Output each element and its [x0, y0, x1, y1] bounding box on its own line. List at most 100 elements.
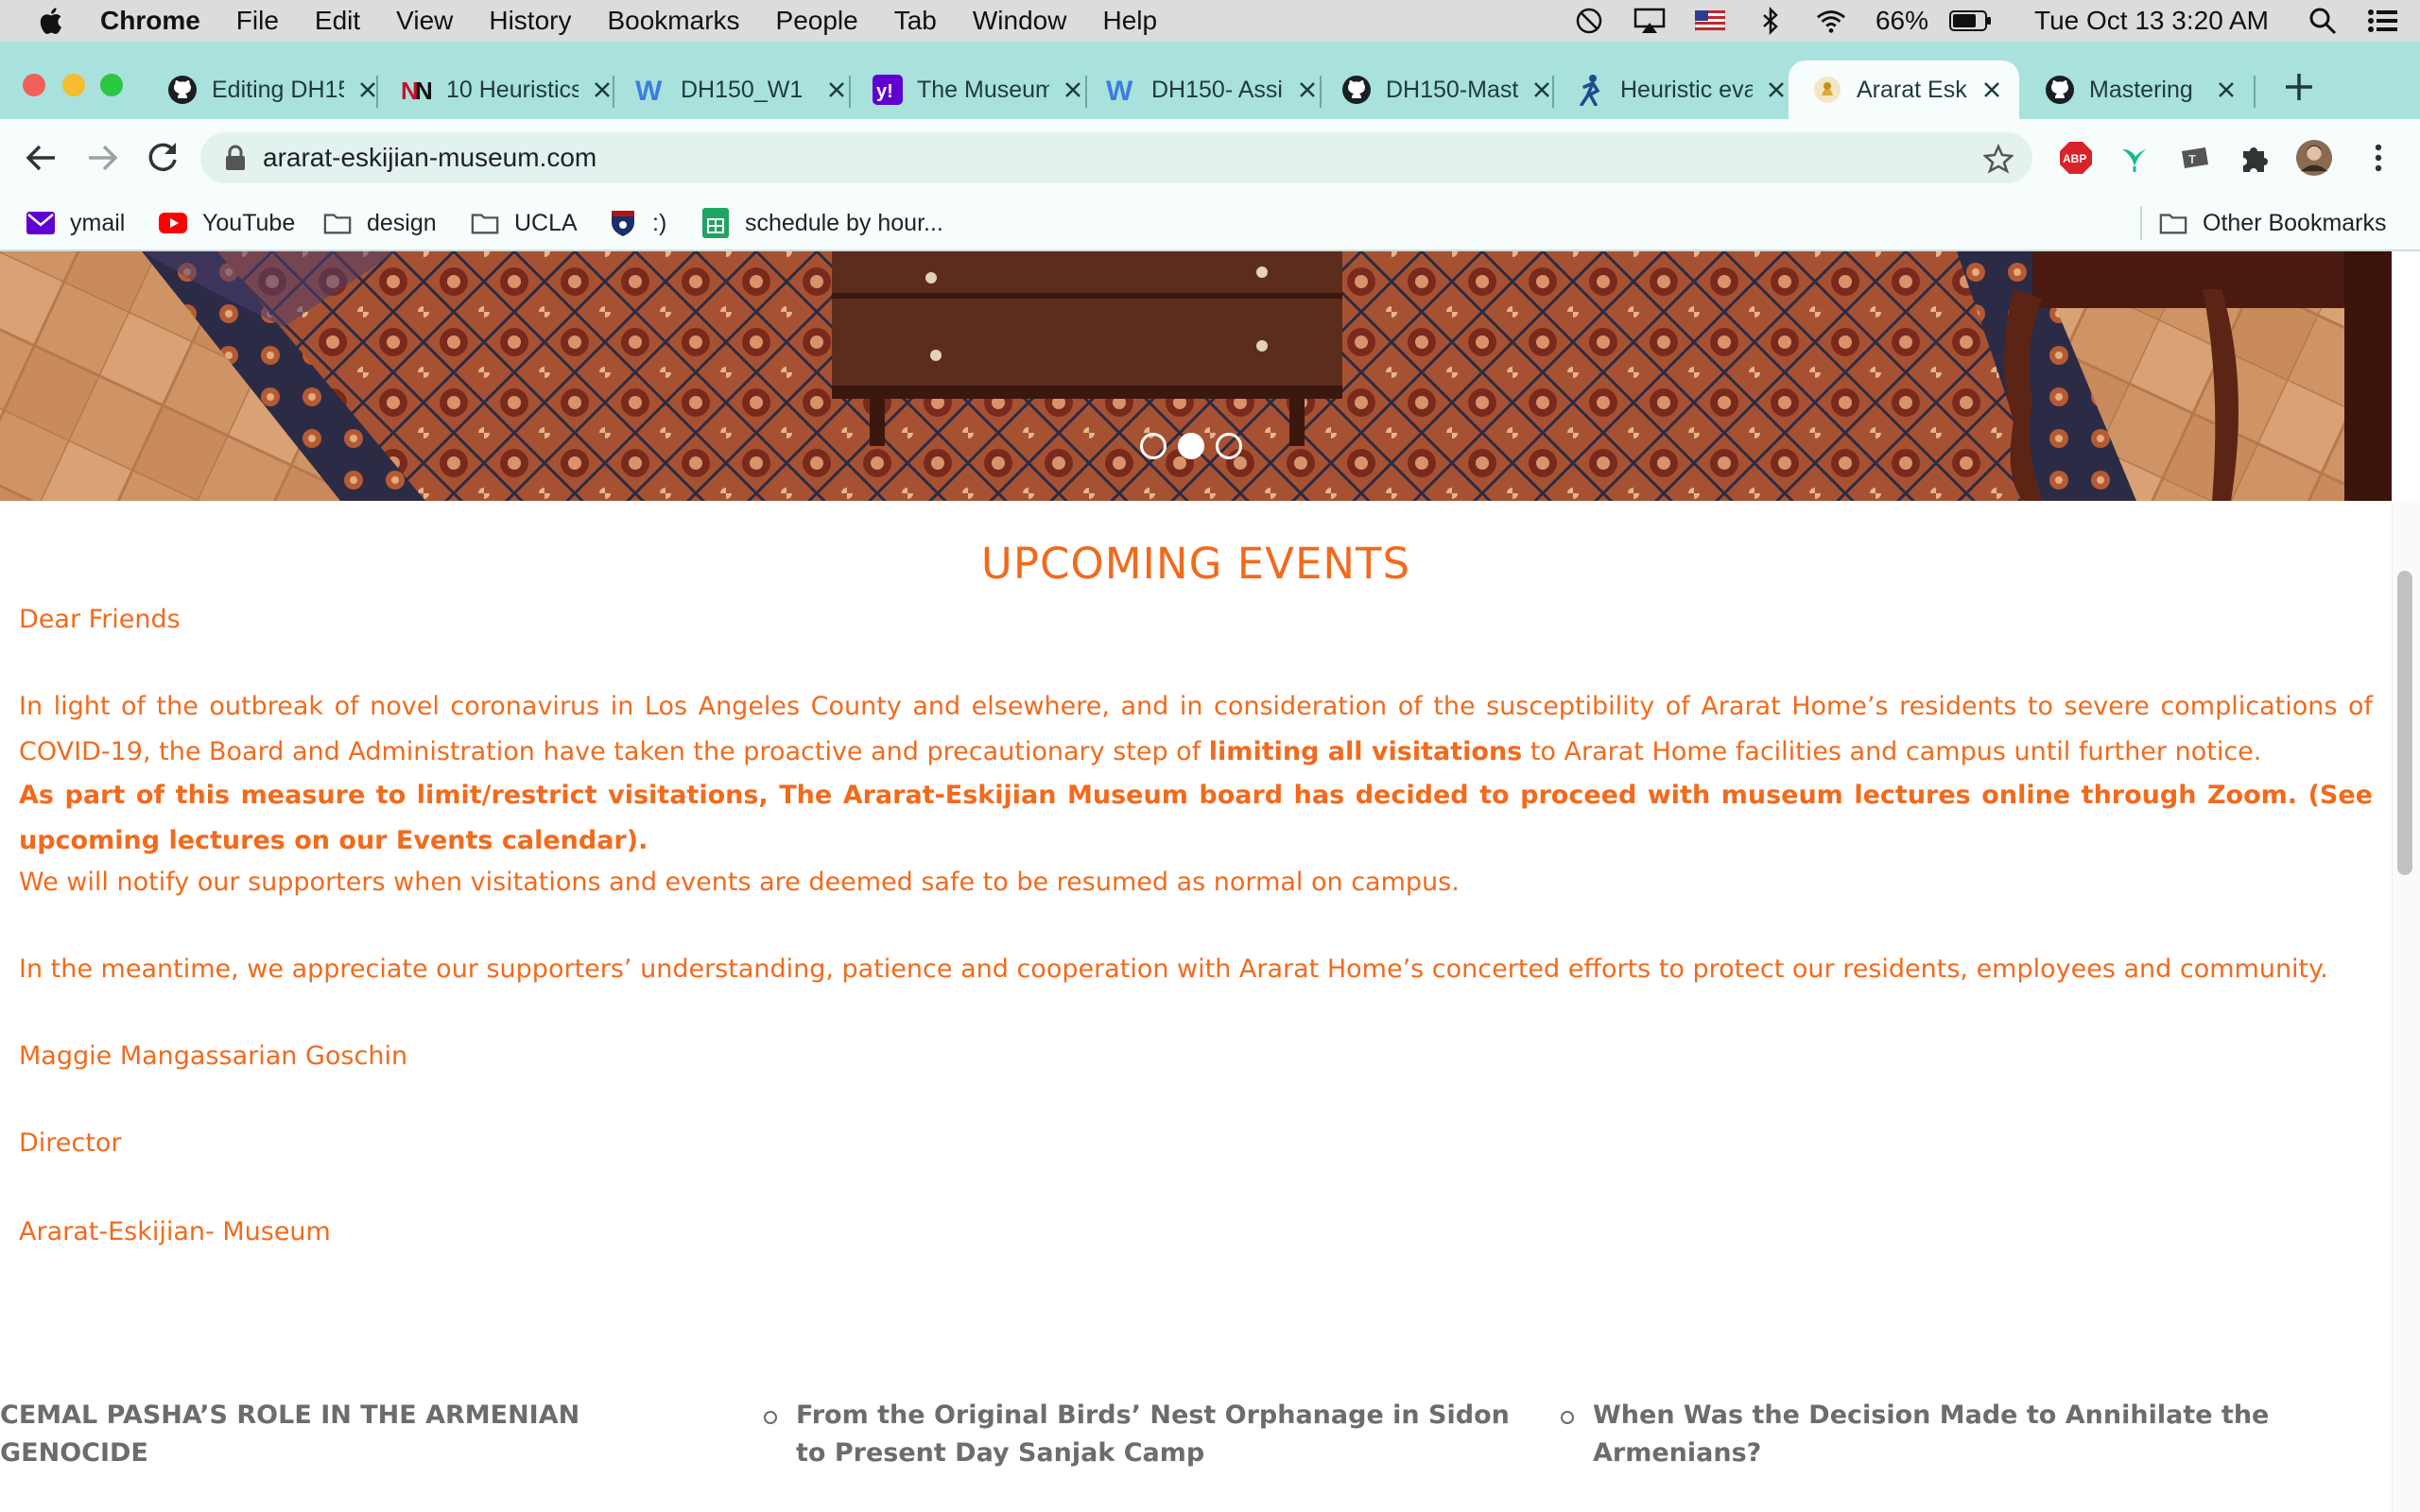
bookmark-label: UCLA: [514, 209, 578, 236]
window-zoom-button[interactable]: [100, 74, 123, 96]
tab-the-museum[interactable]: y! The Museum: [872, 60, 1085, 119]
new-tab-icon[interactable]: [2280, 68, 2318, 106]
tab-heuristic-evaluation[interactable]: Heuristic evaluation: [1575, 60, 1789, 119]
menu-edit[interactable]: Edit: [315, 6, 360, 36]
carousel-dot-active[interactable]: [1178, 433, 1204, 459]
svg-text:W: W: [1106, 76, 1133, 104]
tab-dh150-w1[interactable]: W DH150_W1: [635, 60, 849, 119]
tab-separator: [613, 76, 614, 108]
youtube-icon: [159, 210, 187, 236]
menu-window[interactable]: Window: [973, 6, 1067, 36]
airplay-icon[interactable]: [1634, 7, 1666, 35]
tab-editing-dh150[interactable]: Editing DH150: [166, 60, 380, 119]
menu-help[interactable]: Help: [1102, 6, 1157, 36]
tab-close-icon[interactable]: [2214, 77, 2238, 102]
url-text[interactable]: ararat-eskijian-museum.com: [263, 143, 596, 173]
tab-ararat-eskijian-active[interactable]: Ararat Eskijian: [1789, 60, 2019, 119]
menu-view[interactable]: View: [396, 6, 453, 36]
tab-10-heuristics[interactable]: NN 10 Heuristics: [401, 60, 614, 119]
lecture-link[interactable]: CEMAL PASHA’S ROLE IN THE ARMENIAN GENOC…: [0, 1397, 718, 1472]
window-minimize-button[interactable]: [62, 74, 85, 96]
folder-icon: [2159, 210, 2187, 236]
menu-file[interactable]: File: [236, 6, 279, 36]
bookmark-youtube[interactable]: YouTube: [159, 204, 295, 242]
menu-bookmarks[interactable]: Bookmarks: [607, 6, 739, 36]
browser-toolbar: ararat-eskijian-museum.com ABP T: [0, 119, 2420, 197]
tab-separator: [1320, 76, 1322, 108]
bookmark-label: :): [652, 209, 667, 236]
bird-extension-icon[interactable]: [2116, 139, 2153, 177]
spotlight-search-icon[interactable]: [2307, 7, 2339, 35]
do-not-disturb-icon[interactable]: [1573, 7, 1605, 35]
nn-icon: NN: [401, 74, 433, 106]
carousel-dots: [1140, 433, 1242, 459]
tab-mastering[interactable]: Mastering: [2044, 60, 2238, 119]
bluetooth-icon[interactable]: [1754, 7, 1787, 35]
clock[interactable]: Tue Oct 13 3:20 AM: [2034, 6, 2269, 36]
signature-title: Director: [19, 1128, 122, 1158]
covid-notice-text-end: to Ararat Home facilities and campus unt…: [1522, 737, 2262, 766]
lecture-link[interactable]: When Was the Decision Made to Annihilate…: [1593, 1397, 2368, 1472]
svg-text:ABP: ABP: [2063, 152, 2086, 165]
bookmark-folder-ucla[interactable]: UCLA: [471, 204, 578, 242]
forward-arrow-icon[interactable]: [81, 137, 123, 179]
profile-avatar[interactable]: [2295, 139, 2333, 177]
tab-dh150-assignment[interactable]: W DH150- Assignment: [1106, 60, 1320, 119]
shield-icon: [609, 210, 637, 236]
bookmark-folder-design[interactable]: design: [323, 204, 437, 242]
other-bookmarks-folder[interactable]: Other Bookmarks: [2159, 204, 2387, 242]
mail-icon: [26, 210, 55, 236]
lock-icon[interactable]: [223, 144, 248, 172]
bookmark-smiley[interactable]: :): [609, 204, 666, 242]
chrome-menu-icon[interactable]: [2360, 139, 2397, 177]
carousel-dot[interactable]: [1216, 433, 1242, 459]
hero-carousel[interactable]: [0, 251, 2392, 501]
wifi-icon[interactable]: [1815, 7, 1847, 35]
svg-text:y!: y!: [876, 81, 893, 102]
github-icon: [166, 74, 199, 106]
tab-close-icon[interactable]: [1530, 77, 1554, 102]
bookmark-schedule[interactable]: schedule by hour...: [701, 204, 943, 242]
window-close-button[interactable]: [23, 74, 45, 96]
tab-close-icon[interactable]: [1295, 77, 1320, 102]
tab-separator: [849, 76, 851, 108]
tab-close-icon[interactable]: [824, 77, 849, 102]
apple-icon[interactable]: [36, 5, 68, 37]
tab-separator: [1085, 76, 1087, 108]
scrollbar-thumb[interactable]: [2397, 571, 2412, 875]
adblock-extension-icon[interactable]: ABP: [2057, 139, 2095, 177]
tab-close-icon[interactable]: [590, 77, 614, 102]
bookmark-ymail[interactable]: ymail: [26, 204, 125, 242]
notify-paragraph: We will notify our supporters when visit…: [19, 868, 1460, 897]
covid-notice-paragraph: In light of the outbreak of novel corona…: [19, 684, 2373, 775]
lecture-link[interactable]: From the Original Birds’ Nest Orphanage …: [796, 1397, 1533, 1472]
control-center-icon[interactable]: [2367, 7, 2399, 35]
menu-tab[interactable]: Tab: [894, 6, 937, 36]
covid-notice-bold: limiting all visitations: [1208, 737, 1523, 766]
menu-app-name[interactable]: Chrome: [100, 6, 200, 36]
tab-label: 10 Heuristics: [446, 76, 579, 103]
grey-extension-icon[interactable]: T: [2176, 139, 2214, 177]
bookmark-star-icon[interactable]: [1983, 144, 2014, 174]
tab-close-icon[interactable]: [1979, 77, 2004, 102]
carousel-dot[interactable]: [1140, 433, 1167, 459]
menu-people[interactable]: People: [776, 6, 858, 36]
bookmark-label: ymail: [70, 209, 126, 236]
extensions-puzzle-icon[interactable]: [2237, 139, 2274, 177]
us-flag-icon[interactable]: [1694, 7, 1726, 35]
address-bar[interactable]: ararat-eskijian-museum.com: [200, 132, 2032, 183]
bookmark-label: design: [367, 209, 437, 236]
web-page: UPCOMING EVENTS Dear Friends In light of…: [0, 251, 2420, 1512]
signature-org: Ararat-Eskijian- Museum: [19, 1217, 331, 1246]
museum-favicon: [1811, 74, 1843, 106]
tab-close-icon[interactable]: [1764, 77, 1789, 102]
menu-history[interactable]: History: [489, 6, 571, 36]
bookmarks-bar: ymail YouTube design UCLA :) schedule by…: [0, 197, 2420, 251]
tab-dh150-master[interactable]: DH150-Master: [1340, 60, 1554, 119]
tab-close-icon[interactable]: [1061, 77, 1085, 102]
back-arrow-icon[interactable]: [21, 137, 62, 179]
reload-icon[interactable]: [142, 137, 183, 179]
bookmark-label: Other Bookmarks: [2203, 209, 2387, 236]
battery-icon[interactable]: [1949, 7, 1993, 35]
tab-label: Heuristic evaluation: [1620, 76, 1753, 103]
